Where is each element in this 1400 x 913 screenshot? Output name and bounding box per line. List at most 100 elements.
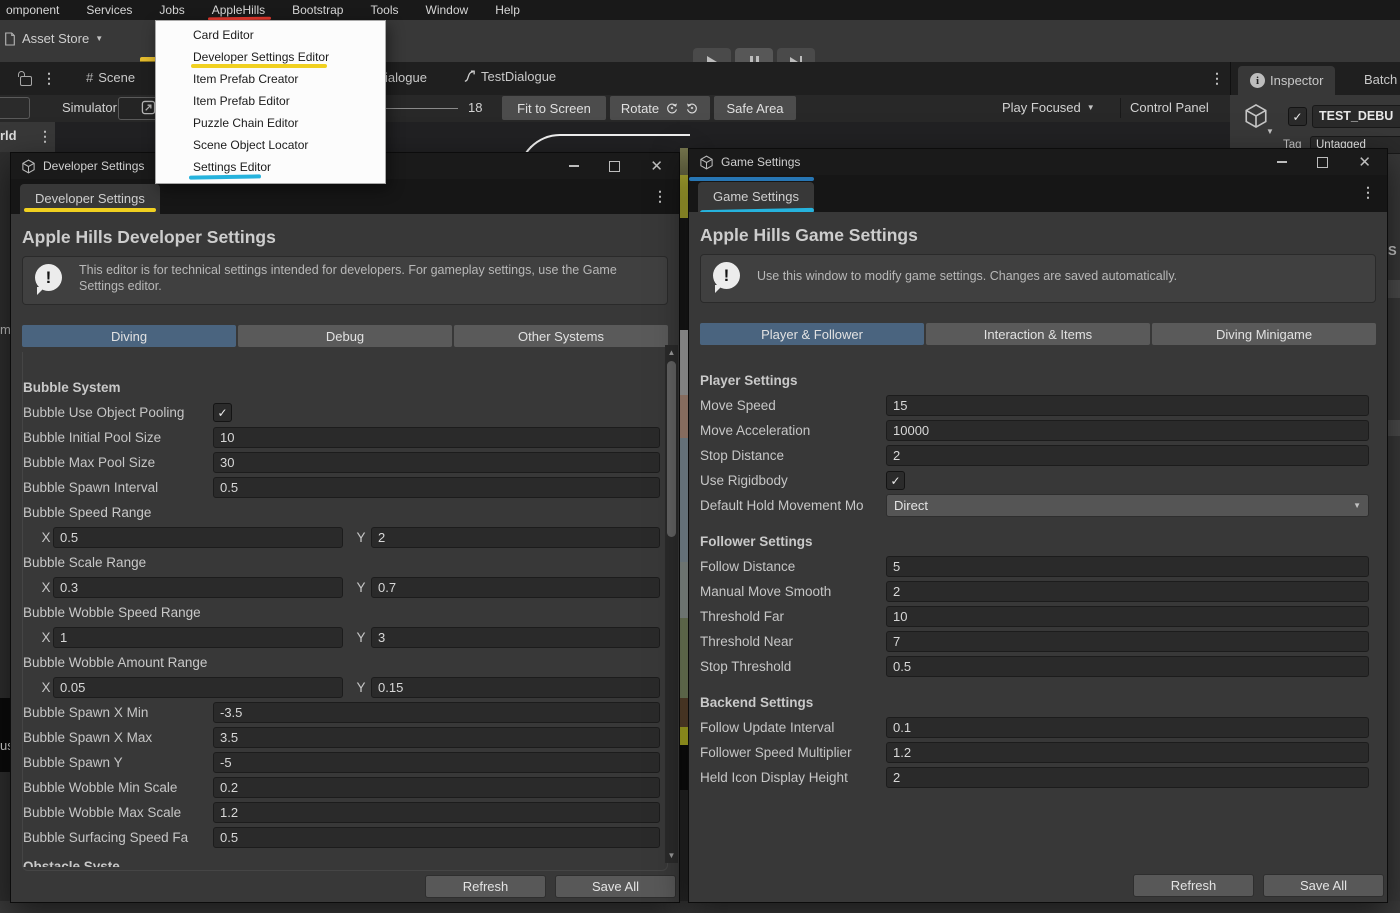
tab-inspector[interactable]: i Inspector xyxy=(1238,66,1335,95)
dock-tab-developer-settings[interactable]: Developer Settings xyxy=(20,184,160,214)
tab-scene[interactable]: # Scene xyxy=(86,70,135,85)
search-box[interactable] xyxy=(0,97,30,119)
refresh-button[interactable]: Refresh xyxy=(1133,874,1254,897)
bubble-wobble-speed-range-x-input[interactable]: 1 xyxy=(53,627,343,648)
menu-item-scene-object-locator[interactable]: Scene Object Locator xyxy=(156,134,385,156)
bubble-spawn-x-min-input[interactable]: -3.5 xyxy=(213,702,660,723)
control-panel-button[interactable]: Control Panel xyxy=(1130,100,1209,115)
menu-item-help[interactable]: Help xyxy=(489,3,526,17)
dock-tab-game-settings[interactable]: Game Settings xyxy=(698,182,814,212)
menu-item-puzzle-chain-editor[interactable]: Puzzle Chain Editor xyxy=(156,112,385,134)
menu-item-jobs[interactable]: Jobs xyxy=(153,3,190,17)
picker-button[interactable] xyxy=(118,97,160,120)
follower-settings-section-header: Follower Settings xyxy=(700,529,1369,554)
tab-batch[interactable]: Batch xyxy=(1364,72,1397,87)
play-focused-dropdown[interactable]: Play Focused ▼ xyxy=(1002,100,1095,115)
menu-item-bootstrap[interactable]: Bootstrap xyxy=(286,3,349,17)
menu-item-item-prefab-editor[interactable]: Item Prefab Editor xyxy=(156,90,385,112)
tab-interaction-items[interactable]: Interaction & Items xyxy=(926,323,1150,345)
pane-menu-icon[interactable]: ⋮ xyxy=(42,70,56,87)
bubble-spawn-interval-input[interactable]: 0.5 xyxy=(213,477,660,498)
scroll-down-icon[interactable]: ▼ xyxy=(665,851,678,860)
threshold-near-input[interactable]: 7 xyxy=(886,631,1369,652)
unity-cube-icon xyxy=(699,155,714,170)
tab-test-dialogue[interactable]: TestDialogue xyxy=(463,69,556,84)
save-all-button[interactable]: Save All xyxy=(1263,874,1384,897)
save-all-button[interactable]: Save All xyxy=(555,875,676,898)
move-acceleration-input[interactable]: 10000 xyxy=(886,420,1369,441)
refresh-button[interactable]: Refresh xyxy=(425,875,546,898)
close-button[interactable]: ✕ xyxy=(650,159,663,174)
bubble-wobble-speed-range-y-input[interactable]: 3 xyxy=(371,627,660,648)
menu-item-card-editor[interactable]: Card Editor xyxy=(156,24,385,46)
gameobject-name-field[interactable]: TEST_DEBU xyxy=(1312,105,1400,128)
tab-diving-minigame[interactable]: Diving Minigame xyxy=(1152,323,1376,345)
dock-tabstrip: Developer Settings ⋮ xyxy=(11,179,679,214)
default-hold-movement-mo-dropdown[interactable]: Direct▼ xyxy=(886,494,1369,517)
lock-icon[interactable] xyxy=(20,76,32,86)
chevron-down-icon[interactable]: ▼ xyxy=(1266,127,1274,136)
bubble-wobble-min-scale-input[interactable]: 0.2 xyxy=(213,777,660,798)
menu-item-omponent[interactable]: omponent xyxy=(0,3,65,17)
close-button[interactable]: ✕ xyxy=(1358,155,1371,170)
bubble-initial-pool-size-input[interactable]: 10 xyxy=(213,427,660,448)
bubble-use-object-pooling-checkbox[interactable]: ✓ xyxy=(213,403,232,422)
bubble-scale-range-x-input[interactable]: 0.3 xyxy=(53,577,343,598)
minimize-button[interactable] xyxy=(1277,161,1287,163)
bubble-spawn-x-max-label: Bubble Spawn X Max xyxy=(23,730,213,745)
unity-cube-icon xyxy=(21,159,36,174)
window-titlebar[interactable]: Game Settings ✕ xyxy=(689,149,1387,175)
window-menu-icon[interactable]: ⋮ xyxy=(1361,184,1375,201)
bubble-spawn-x-max-input[interactable]: 3.5 xyxy=(213,727,660,748)
follower-speed-multiplier-input[interactable]: 1.2 xyxy=(886,742,1369,763)
tab-player-follower[interactable]: Player & Follower xyxy=(700,323,924,345)
follow-update-interval-input[interactable]: 0.1 xyxy=(886,717,1369,738)
bubble-wobble-max-scale-input[interactable]: 1.2 xyxy=(213,802,660,823)
bubble-wobble-amount-range-x-input[interactable]: 0.05 xyxy=(53,677,343,698)
bubble-scale-range-y-input[interactable]: 0.7 xyxy=(371,577,660,598)
fit-to-screen-button[interactable]: Fit to Screen xyxy=(502,96,606,120)
move-speed-input[interactable]: 15 xyxy=(886,395,1369,416)
menu-item-applehills[interactable]: AppleHills xyxy=(206,3,271,17)
menu-item-tools[interactable]: Tools xyxy=(364,3,404,17)
tab-dialogue-fragment[interactable]: ialogue xyxy=(385,70,427,85)
stop-distance-input[interactable]: 2 xyxy=(886,445,1369,466)
menu-item-services[interactable]: Services xyxy=(80,3,138,17)
bubble-max-pool-size-input[interactable]: 30 xyxy=(213,452,660,473)
active-checkbox[interactable]: ✓ xyxy=(1288,107,1307,126)
window-menu-icon[interactable]: ⋮ xyxy=(653,188,667,205)
settings-scroll-area: Bubble SystemBubble Use Object Pooling✓B… xyxy=(22,352,668,871)
tab-diving[interactable]: Diving xyxy=(22,325,236,347)
bubble-spawn-y-input[interactable]: -5 xyxy=(213,752,660,773)
menu-item-settings-editor[interactable]: Settings Editor xyxy=(156,156,385,178)
held-icon-display-height-input[interactable]: 2 xyxy=(886,767,1369,788)
bubble-surfacing-speed-fa-input[interactable]: 0.5 xyxy=(213,827,660,848)
vertical-scrollbar[interactable]: ▲ ▼ xyxy=(665,345,678,863)
bubble-speed-range-x-input[interactable]: 0.5 xyxy=(53,527,343,548)
page-title: Apple Hills Developer Settings xyxy=(22,227,668,251)
stop-threshold-input[interactable]: 0.5 xyxy=(886,656,1369,677)
settings-tabs: DivingDebugOther Systems xyxy=(22,325,668,347)
threshold-far-input[interactable]: 10 xyxy=(886,606,1369,627)
pane-menu-icon[interactable]: ⋮ xyxy=(38,128,52,145)
scrollbar-thumb[interactable] xyxy=(667,361,676,537)
tab-other-systems[interactable]: Other Systems xyxy=(454,325,668,347)
menu-item-window[interactable]: Window xyxy=(420,3,475,17)
bubble-wobble-amount-range-y-input[interactable]: 0.15 xyxy=(371,677,660,698)
rotate-button[interactable]: Rotate xyxy=(610,96,710,120)
use-rigidbody-checkbox[interactable]: ✓ xyxy=(886,471,905,490)
minimize-button[interactable] xyxy=(569,165,579,167)
scroll-up-icon[interactable]: ▲ xyxy=(665,348,678,357)
follow-distance-input[interactable]: 5 xyxy=(886,556,1369,577)
asset-store-dropdown[interactable]: Asset Store ▼ xyxy=(4,31,103,46)
manual-move-smooth-input[interactable]: 2 xyxy=(886,581,1369,602)
maximize-button[interactable] xyxy=(1317,157,1328,168)
bubble-speed-range-y-input[interactable]: 2 xyxy=(371,527,660,548)
follow-update-interval-row: Follow Update Interval0.1 xyxy=(700,715,1369,740)
menu-item-item-prefab-creator[interactable]: Item Prefab Creator xyxy=(156,68,385,90)
menu-item-developer-settings-editor[interactable]: Developer Settings Editor xyxy=(156,46,385,68)
tab-debug[interactable]: Debug xyxy=(238,325,452,347)
maximize-button[interactable] xyxy=(609,161,620,172)
game-pane-menu-icon[interactable]: ⋮ xyxy=(1210,70,1224,87)
safe-area-button[interactable]: Safe Area xyxy=(714,96,796,120)
